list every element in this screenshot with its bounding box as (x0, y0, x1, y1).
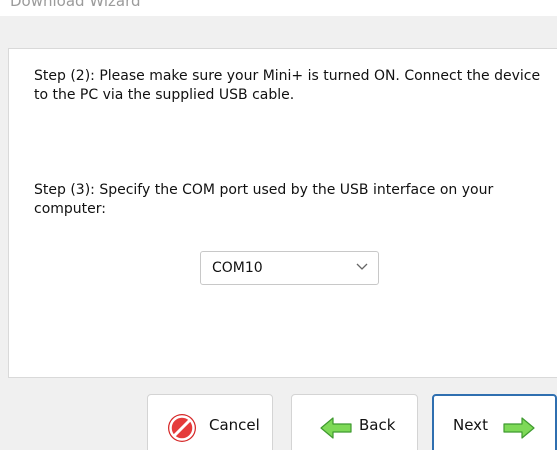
com-port-selected-value: COM10 (212, 260, 263, 276)
back-arrow-icon (320, 417, 352, 439)
next-button-label: Next (453, 416, 488, 434)
back-button[interactable]: Back (291, 394, 418, 450)
chevron-down-icon (356, 263, 368, 270)
back-button-label: Back (359, 416, 396, 434)
com-port-select[interactable]: COM10 (200, 251, 379, 285)
wizard-content-panel: Step (2): Please make sure your Mini+ is… (8, 48, 557, 378)
title-bar: Download Wizard (0, 0, 557, 16)
cancel-button[interactable]: Cancel (147, 394, 273, 450)
step-2-instructions: Step (2): Please make sure your Mini+ is… (34, 68, 541, 103)
cancel-icon (168, 414, 196, 442)
next-arrow-icon (503, 417, 535, 439)
cancel-button-label: Cancel (209, 416, 260, 434)
window-title: Download Wizard (10, 0, 141, 10)
step-3-instructions: Step (3): Specify the COM port used by t… (34, 182, 494, 217)
next-button[interactable]: Next (432, 394, 557, 450)
download-wizard-window: Download Wizard Step (2): Please make su… (0, 0, 557, 450)
